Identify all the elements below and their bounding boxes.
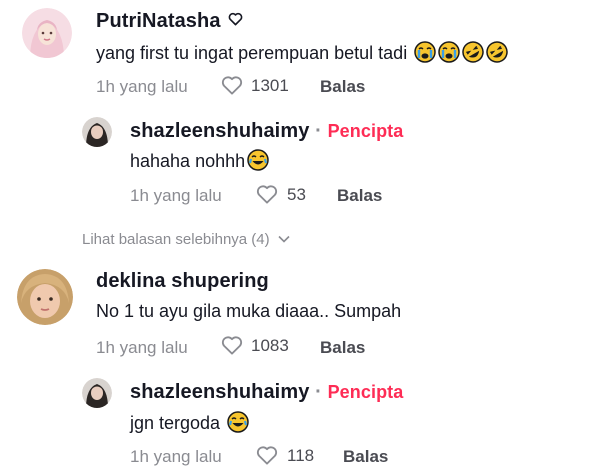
rofl-face-icon [462, 41, 484, 68]
like-count: 1301 [251, 76, 289, 95]
comment-author[interactable]: PutriNatasha [96, 10, 243, 33]
like-count: 118 [287, 446, 315, 465]
reply-author-line[interactable]: shazleenshuhaimy · Pencipta [130, 120, 403, 143]
joy-face-icon [227, 411, 249, 438]
comment-time: 1h yang lalu [96, 77, 188, 96]
crying-face-icon [414, 41, 436, 68]
like-heart-icon[interactable] [221, 75, 243, 100]
heart-outline-icon [228, 12, 243, 26]
reply-author-line[interactable]: shazleenshuhaimy · Pencipta [130, 381, 403, 404]
creator-badge: Pencipta [327, 121, 404, 141]
creator-badge: Pencipta [327, 382, 404, 402]
like-count: 53 [287, 185, 306, 204]
separator-dot: · [315, 381, 322, 403]
avatar-deklina-shupering[interactable] [17, 269, 73, 325]
like-heart-icon[interactable] [256, 445, 278, 470]
reply-button[interactable]: Balas [320, 77, 365, 97]
crying-face-icon [438, 41, 460, 68]
reply-time: 1h yang lalu [130, 186, 222, 205]
reply-button[interactable]: Balas [343, 447, 388, 467]
separator-dot: · [315, 120, 322, 142]
avatar-putrinatasha[interactable] [22, 8, 72, 58]
comment-text: yang first tu ingat perempuan betul tadi [96, 41, 508, 68]
comment-time: 1h yang lalu [96, 338, 188, 357]
reply-button[interactable]: Balas [320, 338, 365, 358]
avatar-shazleenshuhaimy[interactable] [82, 378, 112, 408]
avatar-shazleenshuhaimy[interactable] [82, 117, 112, 147]
comment-author[interactable]: deklina shupering [96, 270, 269, 293]
reply-time: 1h yang lalu [130, 447, 222, 466]
like-heart-icon[interactable] [256, 184, 278, 209]
reply-text: jgn tergoda [130, 411, 249, 438]
rofl-face-icon [486, 41, 508, 68]
like-heart-icon[interactable] [221, 335, 243, 360]
like-count: 1083 [251, 336, 289, 355]
reply-text: hahaha nohhh [130, 149, 269, 176]
comment-text: No 1 tu ayu gila muka diaaa.. Sumpah [96, 301, 402, 321]
joy-face-icon [247, 149, 269, 176]
reply-button[interactable]: Balas [337, 186, 382, 206]
chevron-down-icon [278, 235, 290, 243]
view-more-replies[interactable]: Lihat balasan selebihnya (4) [82, 231, 290, 248]
